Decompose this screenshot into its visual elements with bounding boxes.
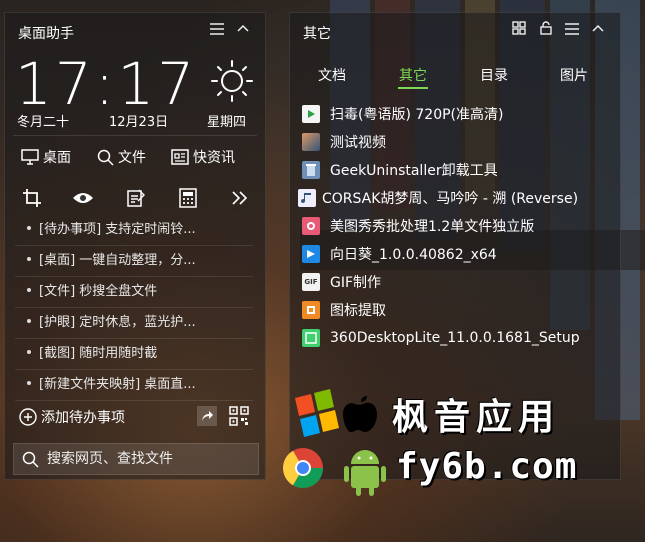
bullet-icon — [27, 381, 31, 385]
tab-documents[interactable]: 文档 — [318, 65, 346, 85]
news-tool-label: 快资讯 — [193, 150, 235, 166]
more-chevron-icon[interactable] — [225, 185, 255, 211]
weekday: 星期四 — [207, 115, 247, 130]
meitu-icon — [302, 217, 320, 235]
file-item[interactable]: 扫毒(粤语版) 720P(准高清) — [302, 101, 503, 127]
tip-text: [文件] 秒搜全盘文件 — [39, 284, 158, 299]
add-todo-button[interactable]: 添加待办事项 — [19, 407, 125, 427]
collapse-icon[interactable] — [592, 21, 604, 41]
unlock-icon[interactable] — [540, 21, 552, 41]
apple-logo-icon — [343, 396, 377, 432]
file-name: 向日葵_1.0.0.40862_x64 — [330, 247, 497, 263]
note-icon[interactable] — [121, 185, 151, 211]
bullet-icon — [27, 226, 31, 230]
file-name: 测试视频 — [330, 135, 386, 151]
tab-other[interactable]: 其它 — [399, 65, 427, 85]
bullet-icon — [27, 319, 31, 323]
file-item[interactable]: CORSAK胡梦周、马吟吟 - 溯 (Reverse) — [298, 185, 578, 211]
lunar-date: 冬月二十 — [17, 115, 70, 130]
clock: 17:17 — [15, 50, 198, 118]
gif-icon: GIF — [302, 273, 320, 291]
file-name: 扫毒(粤语版) 720P(准高清) — [330, 107, 504, 123]
search-box[interactable] — [13, 443, 259, 475]
file-item[interactable]: 测试视频 — [302, 129, 386, 155]
audio-file-icon — [298, 189, 316, 207]
sunlogin-icon — [302, 245, 320, 263]
bullet-icon — [27, 288, 31, 292]
video-thumbnail-icon — [302, 133, 320, 151]
tip-item[interactable]: [护眼] 定时休息，蓝光护... — [15, 308, 253, 339]
search-icon — [97, 149, 114, 166]
add-todo-label: 添加待办事项 — [41, 410, 125, 426]
file-name: CORSAK胡梦周、马吟吟 - 溯 (Reverse) — [322, 191, 579, 207]
panel-title: 桌面助手 — [18, 26, 74, 42]
file-item[interactable]: 图标提取 — [302, 297, 386, 323]
watermark-cn-text: 枫音应用 — [392, 397, 561, 438]
watermark-url-text: fy6b.com — [396, 446, 578, 487]
tab-pictures[interactable]: 图片 — [560, 65, 588, 85]
file-tool-button[interactable]: 文件 — [97, 147, 146, 167]
file-name: 360DesktopLite_11.0.0.1681_Setup — [330, 330, 580, 346]
active-tab-indicator — [398, 87, 428, 89]
file-name: GIF制作 — [330, 275, 382, 291]
crop-icon[interactable] — [17, 185, 47, 211]
menu-icon[interactable] — [565, 21, 579, 41]
tip-text: [截图] 随时用随时截 — [39, 346, 158, 361]
windows-logo-icon — [295, 389, 339, 437]
tip-item[interactable]: [截图] 随时用随时截 — [15, 339, 253, 370]
file-tool-label: 文件 — [118, 150, 146, 166]
file-item[interactable]: GIF GIF制作 — [302, 269, 381, 295]
tip-text: [待办事项] 支持定时闹铃... — [39, 222, 196, 237]
uninstaller-icon — [302, 161, 320, 179]
search-input[interactable] — [45, 450, 249, 468]
divider — [13, 135, 257, 136]
file-name: 图标提取 — [330, 303, 386, 319]
file-item[interactable]: 向日葵_1.0.0.40862_x64 — [302, 241, 497, 267]
plus-circle-icon — [19, 408, 37, 426]
panel-title: 其它 — [303, 26, 331, 42]
tip-item[interactable]: [待办事项] 支持定时闹铃... — [15, 215, 253, 246]
share-icon[interactable] — [197, 406, 217, 426]
date: 12月23日 — [109, 115, 169, 130]
file-item[interactable]: 美图秀秀批处理1.2单文件独立版 — [302, 213, 534, 239]
file-item[interactable]: GeekUninstaller卸载工具 — [302, 157, 498, 183]
bullet-icon — [27, 257, 31, 261]
android-logo-icon — [344, 450, 386, 496]
menu-icon[interactable] — [210, 21, 224, 41]
desktop-tool-label: 桌面 — [43, 150, 71, 166]
file-name: GeekUninstaller卸载工具 — [330, 163, 498, 179]
grid-view-icon[interactable] — [512, 21, 526, 41]
sunny-weather-icon[interactable] — [210, 59, 254, 103]
monitor-icon — [21, 149, 39, 165]
tip-item[interactable]: [文件] 秒搜全盘文件 — [15, 277, 253, 308]
tab-directory[interactable]: 目录 — [480, 65, 508, 85]
desktop-assistant-panel: 桌面助手 17:17 冬月二十 12月23日 星期四 桌面 文件 快资讯 [待办… — [4, 12, 266, 480]
chrome-logo-icon — [283, 448, 323, 488]
tip-text: [新建文件夹映射] 桌面直... — [39, 377, 196, 392]
installer-icon — [302, 329, 320, 347]
tip-item[interactable]: [桌面] 一键自动整理，分... — [15, 246, 253, 277]
bullet-icon — [27, 350, 31, 354]
video-file-icon — [302, 105, 320, 123]
eye-icon[interactable] — [68, 185, 98, 211]
file-name: 美图秀秀批处理1.2单文件独立版 — [330, 219, 535, 235]
icon-extract-icon — [302, 301, 320, 319]
calculator-icon[interactable] — [173, 185, 203, 211]
tip-text: [桌面] 一键自动整理，分... — [39, 253, 196, 268]
tip-text: [护眼] 定时休息，蓝光护... — [39, 315, 196, 330]
tip-item[interactable]: [新建文件夹映射] 桌面直... — [15, 370, 253, 401]
news-tool-button[interactable]: 快资讯 — [171, 147, 235, 167]
file-item[interactable]: 360DesktopLite_11.0.0.1681_Setup — [302, 325, 580, 351]
qrcode-icon[interactable] — [229, 406, 249, 426]
desktop-tool-button[interactable]: 桌面 — [21, 147, 71, 167]
news-icon — [171, 149, 189, 165]
search-icon — [22, 451, 39, 468]
collapse-icon[interactable] — [237, 21, 249, 41]
